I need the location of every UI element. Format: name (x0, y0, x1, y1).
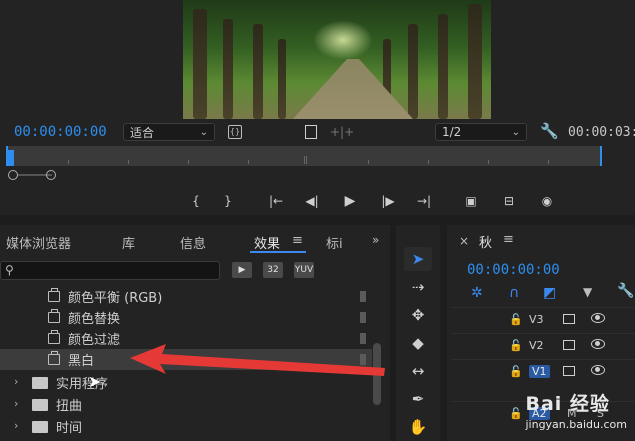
overwrite-icon[interactable]: ⊟ (498, 192, 520, 210)
razor-tool-icon[interactable]: ◆ (404, 331, 432, 355)
folder-icon (32, 421, 48, 433)
active-tab-indicator (250, 251, 306, 253)
folder-icon (32, 377, 48, 389)
chevron-right-icon[interactable]: › (14, 397, 18, 410)
toggle-sync-icon[interactable] (563, 366, 575, 376)
ripple-edit-tool-icon[interactable]: ✥ (404, 303, 432, 327)
insert-icon[interactable]: ▣ (460, 192, 482, 210)
toggle-sync-icon[interactable] (563, 340, 575, 350)
tab-effects[interactable]: 效果 (254, 233, 280, 252)
folder-item[interactable]: › 时间 (0, 416, 372, 437)
nest-icon[interactable]: ✲ (471, 285, 483, 301)
zoom-scroll-bar[interactable] (8, 170, 56, 180)
fit-dropdown-value: 适合 (130, 125, 155, 140)
program-monitor: 00:00:00:00 适合 ⌄ {} +|+ 1/2 ⌄ 🔧 00:00:03… (0, 0, 635, 215)
track-select-tool-icon[interactable]: ⇢ (404, 275, 432, 299)
mouse-cursor-icon: ➤ (88, 372, 102, 391)
track-v1[interactable]: 🔓 V1 (451, 359, 635, 383)
slip-tool-icon[interactable]: ↔ (404, 359, 432, 383)
effect-icon (48, 288, 60, 302)
panel-menu-icon[interactable]: ≡ (503, 232, 514, 247)
tools-panel: ➤ ⇢ ✥ ◆ ↔ ✒ ✋ (396, 225, 440, 441)
resolution-dropdown[interactable]: 1/2 ⌄ (435, 123, 527, 141)
effects-search-input[interactable]: ⚲ (0, 261, 220, 280)
safe-margins-icon[interactable]: {} (228, 125, 242, 139)
effect-item-selected[interactable]: 黑白 (0, 349, 372, 370)
mark-out-button[interactable]: } (218, 192, 238, 210)
wrench-icon[interactable]: 🔧 (617, 283, 634, 299)
playback-scrub-bar[interactable] (6, 146, 602, 166)
film-strip-icon[interactable] (305, 125, 317, 139)
marker-icon[interactable]: ▼ (583, 285, 592, 299)
effect-icon (48, 330, 60, 344)
watermark: Bai 经验 jingyan.baidu.com (525, 389, 627, 431)
duration-timecode: 00:00:03:0 (568, 125, 635, 140)
watermark-logo: Bai 经验 (525, 393, 610, 415)
camera-icon[interactable]: ◉ (536, 192, 558, 210)
watermark-url: jingyan.baidu.com (525, 418, 627, 431)
linked-selection-icon[interactable]: ◩ (543, 285, 556, 301)
drag-clip-icon[interactable]: +|+ (330, 125, 354, 139)
yuv-badge[interactable]: YUV (294, 262, 314, 278)
chevron-down-icon: ⌄ (511, 126, 520, 138)
more-tabs-icon[interactable]: » (372, 233, 379, 247)
folder-item[interactable]: › 扭曲 (0, 394, 372, 415)
track-v3[interactable]: 🔓 V3 (451, 307, 635, 331)
go-to-in-button[interactable]: |← (266, 192, 286, 210)
folder-item[interactable]: › 实用程序 (0, 372, 372, 393)
32bit-badge[interactable]: 32 (263, 262, 283, 278)
tab-info[interactable]: 信息 (180, 233, 206, 252)
tab-markers[interactable]: 标i (326, 233, 343, 252)
toggle-sync-icon[interactable] (563, 314, 575, 324)
panel-menu-icon[interactable]: ≡ (292, 233, 303, 248)
accelerated-effects-icon[interactable]: ▶ (232, 262, 252, 278)
effect-item[interactable]: 颜色替换 (0, 307, 372, 328)
playhead[interactable] (6, 150, 14, 166)
program-timecode[interactable]: 00:00:00:00 (14, 124, 107, 140)
close-icon[interactable]: × (459, 234, 469, 248)
lock-icon[interactable]: 🔓 (509, 365, 523, 378)
timeline-timecode[interactable]: 00:00:00:00 (467, 262, 560, 278)
lock-icon[interactable]: 🔓 (509, 407, 523, 420)
track-v2[interactable]: 🔓 V2 (451, 333, 635, 357)
wrench-icon[interactable]: 🔧 (540, 122, 559, 140)
hand-tool-icon[interactable]: ✋ (404, 415, 432, 439)
effect-icon (48, 309, 60, 323)
eye-icon[interactable] (591, 365, 605, 375)
fit-dropdown[interactable]: 适合 ⌄ (123, 123, 215, 141)
eye-icon[interactable] (591, 313, 605, 323)
lock-icon[interactable]: 🔓 (509, 339, 523, 352)
mark-in-button[interactable]: { (186, 192, 206, 210)
resolution-value: 1/2 (442, 125, 462, 139)
sequence-tab[interactable]: 秋 (479, 232, 492, 251)
lock-icon[interactable]: 🔓 (509, 313, 523, 326)
chevron-right-icon[interactable]: › (14, 375, 18, 388)
chevron-right-icon[interactable]: › (14, 419, 18, 432)
eye-icon[interactable] (591, 339, 605, 349)
chevron-down-icon: ⌄ (199, 126, 208, 138)
search-icon: ⚲ (5, 263, 14, 277)
step-back-button[interactable]: ◀| (302, 192, 322, 210)
effect-item[interactable]: 颜色过滤 (0, 328, 372, 349)
go-to-out-button[interactable]: →| (414, 192, 434, 210)
tab-media-browser[interactable]: 媒体浏览器 (6, 233, 71, 252)
effects-scrollbar[interactable] (373, 343, 381, 405)
pen-tool-icon[interactable]: ✒ (404, 387, 432, 411)
selection-tool-icon[interactable]: ➤ (404, 247, 432, 271)
step-forward-button[interactable]: |▶ (378, 192, 398, 210)
effect-item[interactable]: 颜色平衡 (RGB) (0, 286, 372, 307)
snap-magnet-icon[interactable]: ∩ (509, 285, 519, 301)
effect-icon (48, 351, 60, 365)
video-preview (183, 0, 491, 119)
play-button[interactable]: ▶ (340, 192, 360, 210)
tab-libraries[interactable]: 库 (122, 233, 135, 252)
folder-icon (32, 399, 48, 411)
effects-panel: 媒体浏览器 库 信息 效果 ≡ 标i » ⚲ ▶ 32 YUV 颜色平衡 (RG… (0, 225, 390, 441)
